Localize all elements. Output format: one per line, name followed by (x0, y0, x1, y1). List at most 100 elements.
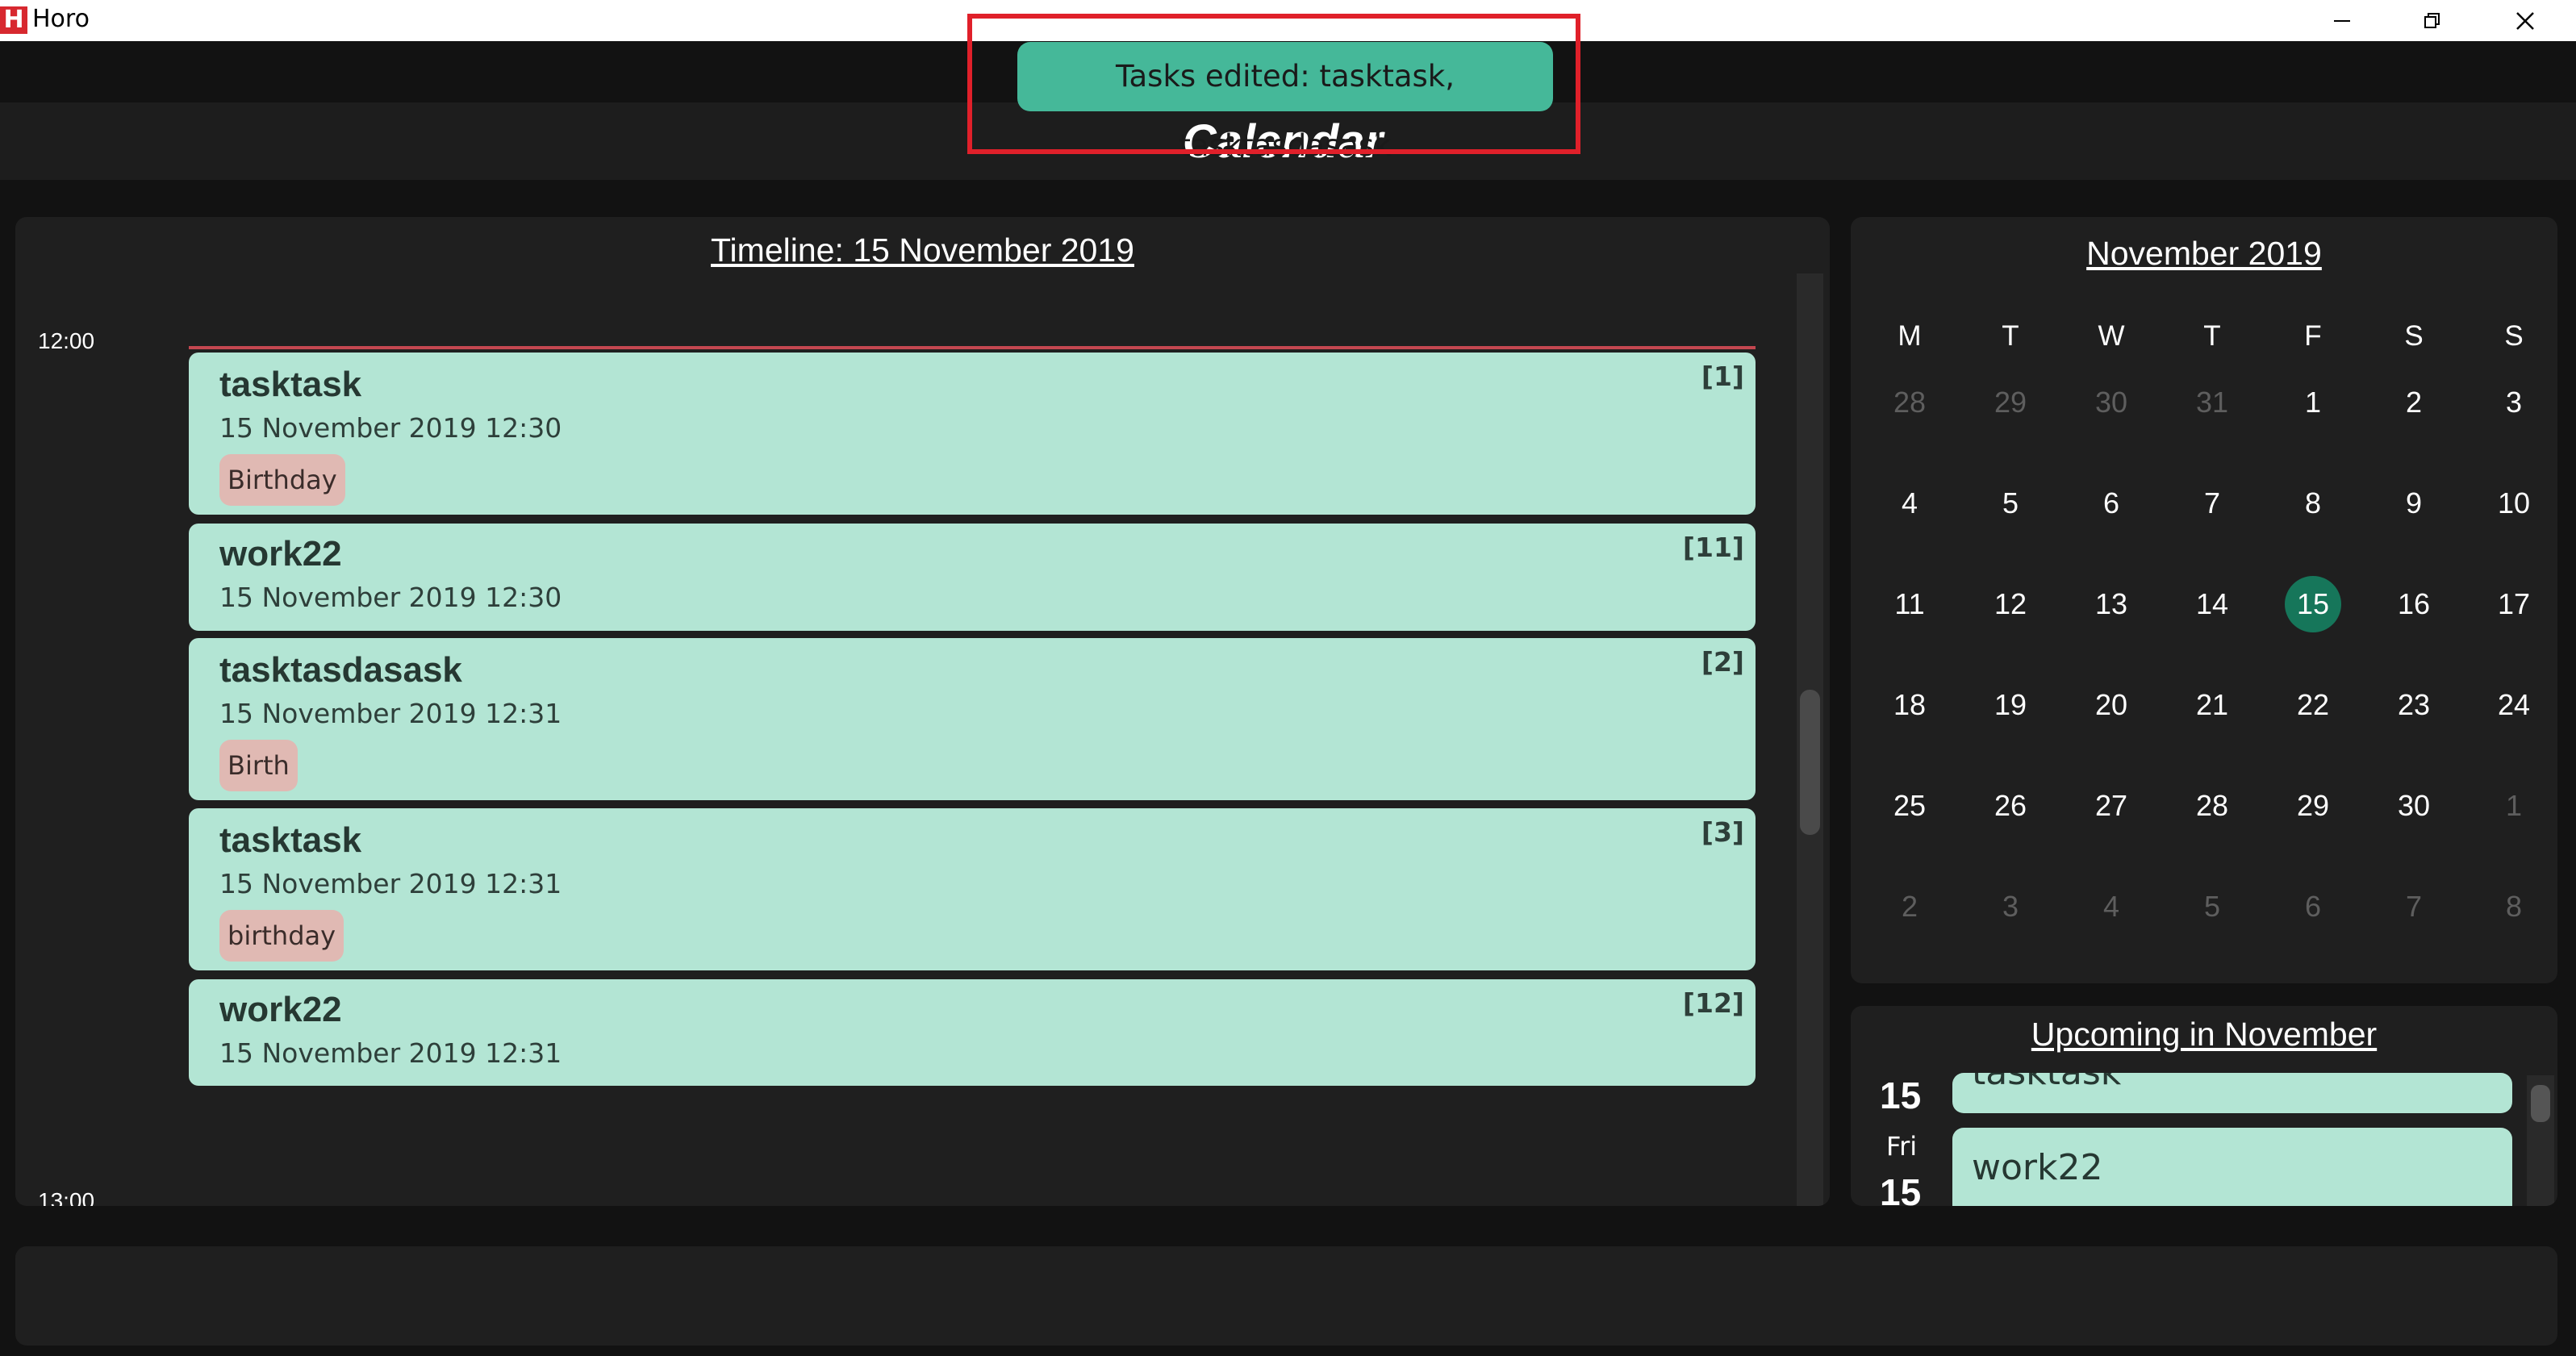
calendar-day[interactable]: 6 (2075, 475, 2148, 532)
timeline-title: Timeline: 15 November 2019 (711, 232, 1134, 269)
task-index: [2] (1701, 646, 1744, 678)
task-datetime: 15 November 2019 12:31 (219, 868, 562, 899)
upcoming-date: 15 (1880, 1074, 1922, 1116)
calendar-day[interactable]: 4 (1873, 475, 1946, 532)
upcoming-task-card[interactable]: work22 (1952, 1128, 2512, 1206)
task-name: work22 (219, 534, 342, 574)
upcoming-panel: tasktask Upcoming in November 15 Fri 15 … (1851, 1006, 2557, 1206)
calendar-day[interactable]: 1 (2478, 778, 2550, 834)
task-card[interactable]: tasktasdasask 15 November 2019 12:31 [2]… (189, 638, 1756, 800)
calendar-day[interactable]: 23 (2378, 677, 2450, 733)
calendar-day[interactable]: 7 (2176, 475, 2248, 532)
close-icon (2516, 11, 2534, 30)
time-label: 13:00 (38, 1188, 95, 1206)
calendar-day[interactable]: 2 (2378, 374, 2450, 431)
app-logo-icon: H (0, 6, 27, 34)
weekday-header: S (2504, 320, 2524, 352)
calendar-month-title: November 2019 (2086, 235, 2322, 272)
minimize-button[interactable] (2298, 0, 2386, 41)
annotation-highlight-box (967, 14, 1580, 154)
upcoming-task-card[interactable]: tasktask (1952, 1073, 2512, 1113)
task-datetime: 15 November 2019 12:31 (219, 1037, 562, 1069)
calendar-day[interactable]: 2 (1873, 878, 1946, 935)
task-index: [1] (1701, 361, 1744, 392)
weekday-header: M (1898, 320, 1922, 352)
calendar-day[interactable]: 28 (1873, 374, 1946, 431)
calendar-day[interactable]: 7 (2378, 878, 2450, 935)
upcoming-weekday: Fri (1886, 1131, 1918, 1162)
calendar-day[interactable]: 12 (1974, 576, 2047, 632)
upcoming-scrollbar[interactable] (2527, 1075, 2554, 1206)
calendar-day[interactable]: 8 (2478, 878, 2550, 935)
calendar-day[interactable]: 18 (1873, 677, 1946, 733)
calendar-day[interactable]: 29 (2277, 778, 2349, 834)
restore-icon (2424, 12, 2440, 28)
upcoming-date: 15 (1880, 1171, 1922, 1206)
task-index: [3] (1701, 816, 1744, 848)
calendar-day[interactable]: 3 (2478, 374, 2550, 431)
calendar-day[interactable]: 4 (2075, 878, 2148, 935)
calendar-day[interactable]: 11 (1873, 576, 1946, 632)
calendar-day[interactable]: 30 (2075, 374, 2148, 431)
calendar-day[interactable]: 6 (2277, 878, 2349, 935)
task-card[interactable]: tasktask 15 November 2019 12:30 [1] Birt… (189, 353, 1756, 515)
calendar-day[interactable]: 20 (2075, 677, 2148, 733)
calendar-day[interactable]: 16 (2378, 576, 2450, 632)
minimize-icon (2334, 19, 2350, 22)
close-button[interactable] (2481, 0, 2570, 41)
window-title: Horo (32, 5, 90, 33)
task-name: work22 (219, 990, 342, 1029)
command-input-box[interactable] (15, 1246, 2557, 1346)
task-name: tasktasdasask (219, 650, 462, 690)
calendar-day[interactable]: 5 (2176, 878, 2248, 935)
calendar-day[interactable]: 3 (1974, 878, 2047, 935)
time-label: 12:00 (38, 328, 95, 353)
upcoming-task-name: tasktask (1972, 1073, 2121, 1093)
calendar-day[interactable]: 8 (2277, 475, 2349, 532)
calendar-day[interactable]: 28 (2176, 778, 2248, 834)
task-name: tasktask (219, 820, 362, 860)
task-index: [12] (1682, 987, 1744, 1019)
calendar-day[interactable]: 30 (2378, 778, 2450, 834)
calendar-day[interactable]: 27 (2075, 778, 2148, 834)
task-datetime: 15 November 2019 12:30 (219, 412, 562, 444)
calendar-day[interactable]: 22 (2277, 677, 2349, 733)
weekday-header: S (2404, 320, 2424, 352)
calendar-day[interactable]: 19 (1974, 677, 2047, 733)
task-card[interactable]: work22 15 November 2019 12:31 [12] (189, 979, 1756, 1086)
calendar-day[interactable]: 10 (2478, 475, 2550, 532)
weekday-header: T (2203, 320, 2221, 352)
calendar-day[interactable]: 13 (2075, 576, 2148, 632)
weekday-header: W (2098, 320, 2125, 352)
calendar-day[interactable]: 21 (2176, 677, 2248, 733)
restore-button[interactable] (2388, 0, 2477, 41)
calendar-day[interactable]: 14 (2176, 576, 2248, 632)
calendar-day[interactable]: 31 (2176, 374, 2248, 431)
task-card[interactable]: tasktask 15 November 2019 12:31 [3] birt… (189, 808, 1756, 970)
calendar-day[interactable]: 1 (2277, 374, 2349, 431)
task-datetime: 15 November 2019 12:31 (219, 698, 562, 729)
task-datetime: 15 November 2019 12:30 (219, 582, 562, 613)
timeline-scrollbar-thumb[interactable] (1800, 690, 1820, 835)
calendar-panel: November 2019 M T W T F S S 28 29 30 31 1 2 3 4 5 6 7 8 9 10… (1851, 217, 2557, 983)
upcoming-title: Upcoming in November (2031, 1016, 2378, 1053)
calendar-day[interactable]: 26 (1974, 778, 2047, 834)
timeline-scrollbar[interactable] (1797, 273, 1823, 1206)
weekday-header: F (2304, 320, 2322, 352)
task-card[interactable]: work22 15 November 2019 12:30 [11] (189, 524, 1756, 631)
task-tag: Birthday (219, 454, 345, 506)
task-tag: Birth (219, 740, 298, 791)
calendar-day[interactable]: 9 (2378, 475, 2450, 532)
calendar-day[interactable]: 25 (1873, 778, 1946, 834)
upcoming-task-name: work22 (1972, 1147, 2103, 1188)
task-name: tasktask (219, 365, 362, 404)
calendar-day-selected[interactable]: 15 (2285, 576, 2341, 632)
current-time-line (189, 346, 1756, 349)
calendar-day[interactable]: 24 (2478, 677, 2550, 733)
task-tag: birthday (219, 910, 344, 962)
calendar-day[interactable]: 17 (2478, 576, 2550, 632)
calendar-day[interactable]: 5 (1974, 475, 2047, 532)
timeline-panel: Timeline: 15 November 2019 12:00 13:00 t… (15, 217, 1830, 1206)
upcoming-scrollbar-thumb[interactable] (2531, 1085, 2550, 1122)
calendar-day[interactable]: 29 (1974, 374, 2047, 431)
